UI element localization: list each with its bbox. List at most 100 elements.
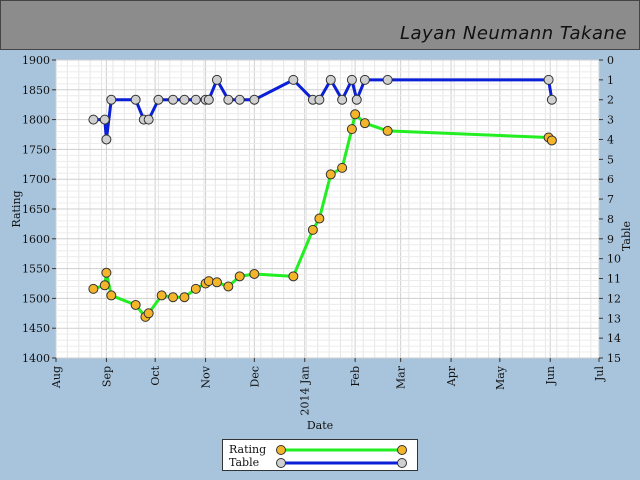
point-table: [325, 74, 336, 85]
x-tick-label: Aug: [50, 366, 63, 389]
point-rating: [337, 162, 348, 173]
x-tick-label: Jun: [544, 366, 557, 386]
y2-tick-label: 7: [607, 193, 614, 206]
y-tick-label: 1700: [22, 173, 50, 186]
point-rating: [101, 267, 112, 278]
y2-axis-title: Table: [620, 221, 633, 251]
x-tick-label: Oct: [149, 365, 162, 385]
y-axis-title: Rating: [10, 190, 23, 227]
y-tick-label: 1450: [22, 322, 50, 335]
point-table: [337, 94, 348, 105]
point-table: [346, 74, 357, 85]
point-table: [223, 94, 234, 105]
point-rating: [106, 290, 117, 301]
point-table: [351, 94, 362, 105]
point-table: [288, 74, 299, 85]
legend: Rating Table: [222, 439, 418, 471]
y-axis-left: 1400 1450 1500 1550 1600 1650 1700 1750 1800 1850…: [22, 54, 56, 365]
point-table: [249, 94, 260, 105]
point-table: [179, 94, 190, 105]
point-rating: [156, 290, 167, 301]
y2-tick-label: 11: [607, 273, 621, 286]
point-rating: [168, 292, 179, 303]
point-rating: [99, 280, 110, 291]
point-rating: [88, 283, 99, 294]
point-table: [314, 94, 325, 105]
point-table: [190, 94, 201, 105]
point-rating: [203, 276, 214, 287]
legend-swatch-table: [276, 458, 407, 468]
legend-item-table: Table: [229, 456, 411, 470]
point-table: [359, 74, 370, 85]
y2-tick-label: 9: [607, 233, 614, 246]
x-tick-label: 2014 Jan: [299, 366, 312, 416]
point-table: [168, 94, 179, 105]
point-table: [211, 74, 222, 85]
y-tick-label: 1850: [22, 84, 50, 97]
x-tick-label: May: [494, 365, 507, 390]
y-axis-right: 0123456789101112131415: [599, 54, 621, 365]
y-tick-label: 1900: [22, 54, 50, 67]
point-rating: [190, 283, 201, 294]
point-table: [153, 94, 164, 105]
chart-frame: Layan Neumann Takane 1400 1450 1500 1550 160…: [0, 0, 640, 480]
point-table: [234, 94, 245, 105]
point-table: [106, 94, 117, 105]
y2-tick-label: 6: [607, 173, 614, 186]
y-tick-label: 1500: [22, 292, 50, 305]
point-rating: [359, 118, 370, 129]
y-tick-label: 1550: [22, 263, 50, 276]
x-tick-label: Apr: [445, 365, 458, 387]
point-rating: [179, 292, 190, 303]
point-table: [382, 74, 393, 85]
point-table: [143, 114, 154, 125]
point-rating: [325, 169, 336, 180]
point-table: [130, 94, 141, 105]
y-tick-label: 1400: [22, 352, 50, 365]
point-rating: [307, 224, 318, 235]
legend-item-rating: Rating: [229, 443, 411, 457]
point-rating: [234, 271, 245, 282]
y2-tick-label: 12: [607, 292, 621, 305]
point-table: [88, 114, 99, 125]
point-table: [543, 74, 554, 85]
legend-swatch-rating: [276, 445, 407, 455]
x-axis: Aug Sep Oct Nov Dec 2014 Jan Feb Mar Apr May Jun Ju…: [50, 358, 606, 416]
point-rating: [382, 125, 393, 136]
y-tick-label: 1750: [22, 143, 50, 156]
y2-tick-label: 0: [607, 54, 614, 67]
point-table: [546, 94, 557, 105]
y2-tick-label: 14: [607, 332, 621, 345]
x-axis-title: Date: [307, 419, 333, 432]
y-tick-label: 1600: [22, 233, 50, 246]
point-table: [203, 94, 214, 105]
point-rating: [130, 299, 141, 310]
point-rating: [546, 135, 557, 146]
x-tick-label: Feb: [349, 366, 362, 387]
x-tick-label: Mar: [395, 365, 408, 389]
y2-tick-label: 10: [607, 253, 621, 266]
x-tick-label: Nov: [200, 365, 213, 388]
x-tick-label: Dec: [248, 366, 261, 388]
point-rating: [314, 213, 325, 224]
rating-table-chart: 1400145015001550160016501700175018001850…: [10, 54, 633, 432]
point-rating: [346, 124, 357, 135]
point-table: [99, 114, 110, 125]
y2-tick-label: 5: [607, 153, 614, 166]
x-tick-label: Jul: [593, 366, 606, 382]
y-tick-label: 1800: [22, 114, 50, 127]
y2-tick-label: 4: [607, 133, 614, 146]
point-rating: [223, 281, 234, 292]
point-table: [101, 134, 112, 145]
x-tick-label: Sep: [100, 366, 113, 387]
y2-tick-label: 3: [607, 114, 614, 127]
y2-tick-label: 1: [607, 74, 614, 87]
y2-tick-label: 8: [607, 213, 614, 226]
y2-tick-label: 13: [607, 312, 621, 325]
point-rating: [143, 308, 154, 319]
y2-tick-label: 2: [607, 94, 614, 107]
y2-tick-label: 15: [607, 352, 621, 365]
point-rating: [288, 271, 299, 282]
y-tick-label: 1650: [22, 203, 50, 216]
point-rating: [350, 109, 361, 120]
